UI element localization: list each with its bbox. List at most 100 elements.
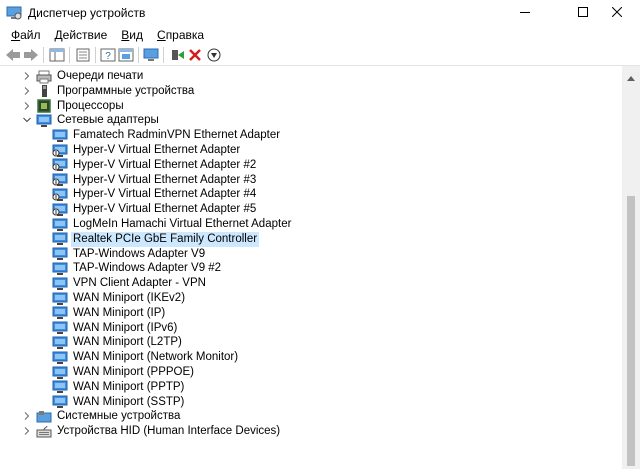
chevron-right-icon[interactable]	[22, 426, 32, 436]
tree-category-network-adapters[interactable]: Сетевые адаптеры	[23, 113, 161, 128]
chevron-right-icon[interactable]	[22, 101, 32, 111]
svg-text:?: ?	[105, 51, 111, 62]
menu-action[interactable]: Действие	[48, 26, 115, 44]
tree-category[interactable]: Системные устройства	[24, 409, 182, 424]
virtual-adapter-icon	[52, 188, 68, 202]
close-icon	[611, 6, 623, 20]
console-tree-icon	[49, 48, 65, 62]
toolbar-separator	[69, 47, 70, 63]
menu-bar: Файл Действие Вид Справка	[0, 26, 640, 44]
chevron-right-icon[interactable]	[22, 411, 32, 421]
tree-item-label: TAP-Windows Adapter V9 #2	[73, 262, 222, 275]
tree-item-adapter[interactable]: Hyper-V Virtual Ethernet Adapter	[52, 143, 242, 158]
tree-item-label: Системные устройства	[57, 410, 181, 423]
update-driver-button[interactable]	[169, 47, 185, 63]
tree-item-adapter[interactable]: WAN Miniport (IKEv2)	[52, 291, 187, 306]
tree-item-label: WAN Miniport (IP)	[73, 306, 166, 319]
uninstall-button[interactable]	[187, 47, 203, 63]
tree-item-adapter[interactable]: Hyper-V Virtual Ethernet Adapter #3	[52, 173, 258, 188]
network-adapter-icon	[52, 218, 68, 232]
tree-item-adapter[interactable]: Realtek PCIe GbE Family Controller	[52, 231, 260, 247]
tree-item-adapter[interactable]: LogMeIn Hamachi Virtual Ethernet Adapter	[52, 217, 293, 232]
tree-item-label: Очереди печати	[57, 70, 144, 82]
device-tree[interactable]: Очереди печати Программные устройства Проц…	[0, 66, 622, 469]
tree-item-adapter[interactable]: Hyper-V Virtual Ethernet Adapter #2	[52, 158, 258, 173]
virtual-adapter-icon	[52, 203, 68, 217]
tree-item-label: Hyper-V Virtual Ethernet Adapter	[73, 144, 241, 156]
properties-button[interactable]	[75, 47, 91, 63]
show-hidden-button[interactable]	[118, 47, 134, 63]
tree-category[interactable]: Устройства HID (Human Interface Devices)	[24, 424, 282, 439]
device-manager-icon	[6, 6, 22, 20]
tree-category[interactable]: Очереди печати	[24, 69, 145, 84]
back-button[interactable]	[5, 47, 21, 63]
menu-action-accel: Д	[54, 28, 63, 42]
network-adapter-icon	[52, 292, 68, 306]
tree-item-adapter[interactable]: WAN Miniport (IP)	[52, 306, 167, 321]
scan-hardware-button[interactable]	[143, 47, 159, 63]
tree-item-label: TAP-Windows Adapter V9	[73, 247, 206, 260]
network-adapter-icon	[52, 380, 68, 394]
tree-item-adapter[interactable]: WAN Miniport (PPPOE)	[52, 365, 196, 380]
tree-item-label: Процессоры	[57, 99, 124, 112]
tree-item-label: Hyper-V Virtual Ethernet Adapter #3	[73, 173, 257, 186]
menu-help-label: правка	[165, 28, 205, 42]
menu-view[interactable]: Вид	[114, 26, 150, 44]
tree-item-adapter[interactable]: WAN Miniport (Network Monitor)	[52, 350, 240, 365]
menu-file[interactable]: Файл	[4, 26, 48, 44]
close-button[interactable]	[594, 0, 640, 26]
tree-item-adapter[interactable]: Hyper-V Virtual Ethernet Adapter #5	[52, 202, 258, 217]
console-tree-button[interactable]	[49, 47, 65, 63]
tree-category[interactable]: Программные устройства	[24, 84, 196, 99]
processor-icon	[36, 99, 52, 113]
scroll-up-icon[interactable]	[627, 70, 635, 84]
network-adapter-icon	[52, 366, 68, 380]
tree-item-label: Realtek PCIe GbE Family Controller	[71, 231, 260, 247]
toolbar: ?	[0, 44, 640, 66]
forward-button[interactable]	[23, 47, 39, 63]
tree-item-label: LogMeIn Hamachi Virtual Ethernet Adapter	[73, 218, 292, 230]
show-hidden-icon	[118, 48, 134, 62]
software-device-icon	[36, 84, 52, 98]
scrollbar-thumb[interactable]	[627, 196, 635, 466]
toolbar-separator	[43, 47, 44, 63]
tree-item-label: Hyper-V Virtual Ethernet Adapter #5	[73, 203, 257, 216]
update-driver-icon	[172, 50, 184, 60]
uninstall-icon	[189, 49, 201, 61]
chevron-down-icon[interactable]	[22, 115, 32, 125]
tree-item-adapter[interactable]: WAN Miniport (L2TP)	[52, 335, 184, 350]
network-adapter-icon	[36, 114, 52, 128]
tree-item-adapter[interactable]: TAP-Windows Adapter V9	[52, 247, 207, 262]
chevron-right-icon[interactable]	[22, 71, 32, 81]
title-bar: Диспетчер устройств	[0, 0, 640, 26]
minimize-icon	[520, 6, 530, 20]
chevron-right-icon[interactable]	[22, 86, 32, 96]
tree-item-label: Famatech RadminVPN Ethernet Adapter	[73, 129, 281, 142]
menu-file-label: айл	[20, 28, 41, 42]
network-adapter-icon	[52, 336, 68, 350]
disable-device-icon	[207, 48, 221, 62]
vertical-scrollbar[interactable]	[622, 66, 640, 469]
tree-item-adapter[interactable]: TAP-Windows Adapter V9 #2	[52, 261, 223, 276]
network-adapter-icon	[52, 321, 68, 335]
network-adapter-icon	[52, 277, 68, 291]
tree-item-adapter[interactable]: Hyper-V Virtual Ethernet Adapter #4	[52, 187, 258, 202]
disable-device-button[interactable]	[206, 47, 222, 63]
virtual-adapter-icon	[52, 173, 68, 187]
tree-item-label: WAN Miniport (Network Monitor)	[73, 351, 239, 364]
menu-help-accel: С	[157, 28, 166, 42]
minimize-button[interactable]	[502, 0, 548, 26]
tree-item-label: WAN Miniport (SSTP)	[73, 395, 185, 408]
tree-item-label: WAN Miniport (IKEv2)	[73, 292, 186, 304]
virtual-adapter-icon	[52, 144, 68, 158]
tree-item-adapter[interactable]: WAN Miniport (IPv6)	[52, 321, 179, 336]
tree-item-adapter[interactable]: Famatech RadminVPN Ethernet Adapter	[52, 128, 282, 143]
tree-category[interactable]: Процессоры	[24, 99, 126, 114]
network-adapter-icon	[52, 395, 68, 409]
tree-item-adapter[interactable]: WAN Miniport (SSTP)	[52, 395, 186, 410]
help-button[interactable]: ?	[100, 47, 116, 63]
tree-item-adapter[interactable]: WAN Miniport (PPTP)	[52, 380, 186, 395]
menu-help[interactable]: Справка	[150, 26, 211, 44]
tree-item-adapter[interactable]: VPN Client Adapter - VPN	[52, 276, 208, 291]
tree-item-label: WAN Miniport (IPv6)	[73, 321, 178, 334]
